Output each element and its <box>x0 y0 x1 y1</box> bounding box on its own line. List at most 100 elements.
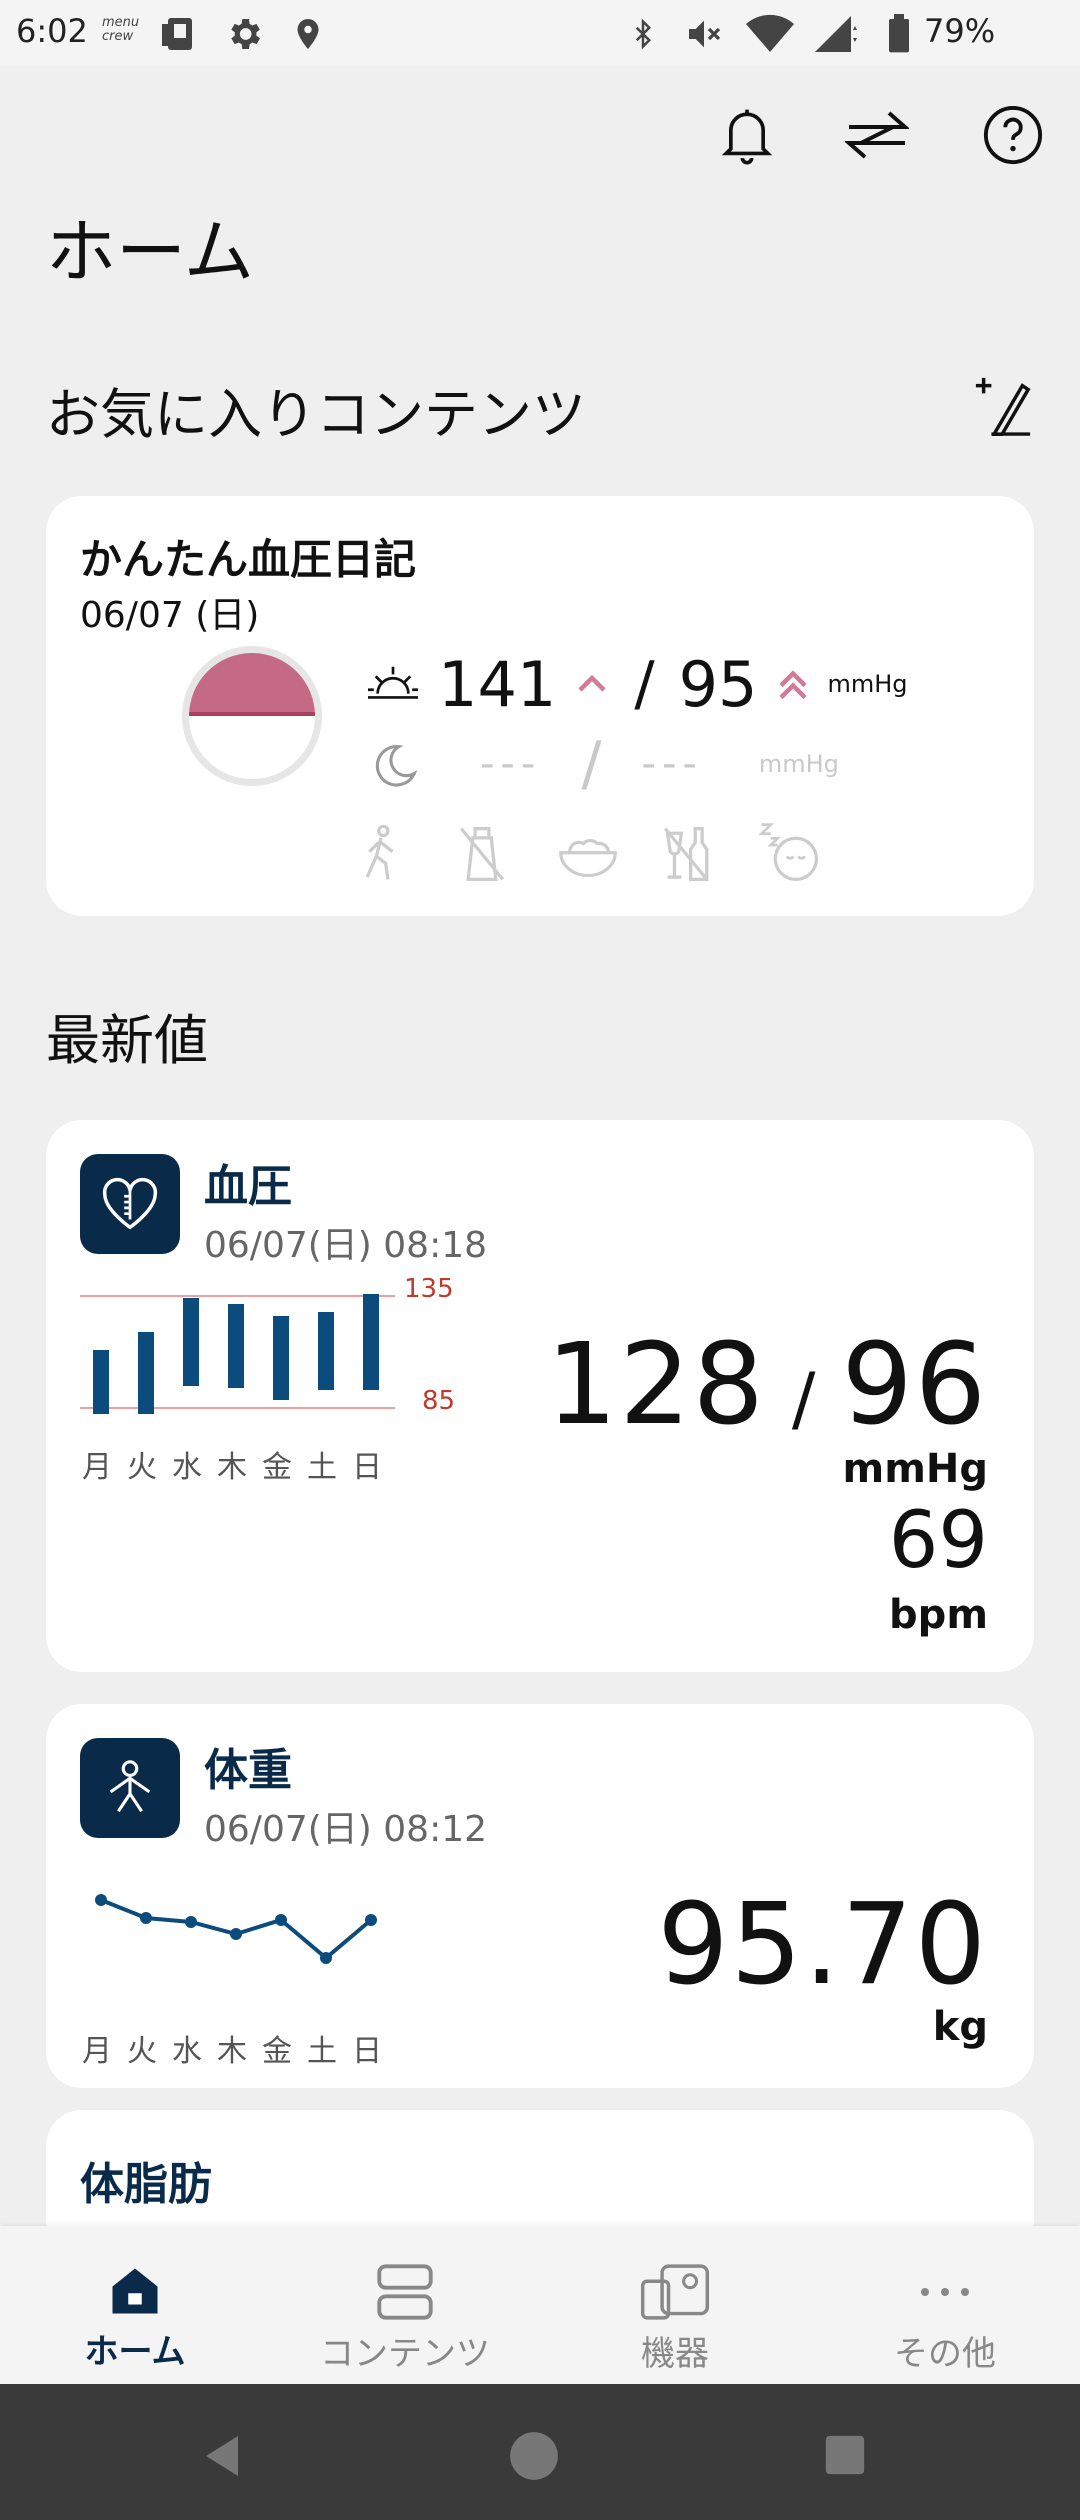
day-label: 火 <box>127 2034 157 2069</box>
nav-home-label: ホーム <box>84 2332 186 2372</box>
morning-bp-row: 141 / 95 mmHg <box>364 644 908 724</box>
bp-systolic: 128 <box>546 1320 766 1450</box>
pulse-value: 69 <box>888 1496 988 1586</box>
body-fat-title: 体脂肪 <box>80 2159 212 2210</box>
evening-diastolic: --- <box>641 741 703 787</box>
weight-point <box>230 1928 242 1940</box>
bp-unit: mmHg <box>842 1446 988 1492</box>
day-label: 金 <box>262 1450 292 1485</box>
back-icon[interactable] <box>198 2432 246 2480</box>
recents-icon[interactable] <box>822 2432 868 2478</box>
nav-devices[interactable]: 機器 <box>540 2226 810 2384</box>
bp-slash: / <box>791 1358 816 1440</box>
nav-more[interactable]: その他 <box>810 2226 1080 2384</box>
day-label: 火 <box>127 1450 157 1485</box>
bp-bar <box>273 1316 289 1400</box>
pulse-unit: bpm <box>889 1592 988 1638</box>
crew-app-icon: menu crew <box>102 15 140 44</box>
bluetooth-icon <box>635 18 652 50</box>
weight-unit: kg <box>932 2004 988 2050</box>
battery-icon <box>889 14 909 53</box>
home-circle-icon[interactable] <box>508 2430 560 2482</box>
favorites-section-title: お気に入りコンテンツ <box>46 383 586 446</box>
morning-systolic: 141 <box>438 647 557 721</box>
day-label: 日 <box>352 1450 382 1485</box>
mute-icon <box>689 20 721 48</box>
signal-icon <box>815 16 857 52</box>
weight-time: 06/07(日) 08:12 <box>204 1809 488 1850</box>
contents-icon <box>377 2264 433 2320</box>
evening-slash: / <box>581 729 602 799</box>
weight-title: 体重 <box>204 1745 292 1796</box>
wifi-icon <box>746 14 794 53</box>
bp-week-chart <box>80 1294 395 1414</box>
day-label: 水 <box>172 1450 202 1485</box>
weight-point <box>140 1912 152 1924</box>
page-title: ホーム <box>46 211 254 293</box>
blood-pressure-card[interactable]: 血圧 06/07(日) 08:18 135 85 月 火 水 木 金 土 日 1… <box>46 1120 1034 1672</box>
weight-point <box>95 1894 107 1906</box>
edit-favorites-button[interactable] <box>968 370 1038 440</box>
sync-button[interactable] <box>842 100 912 170</box>
sunrise-icon <box>368 666 418 699</box>
transfer-icon <box>845 111 909 159</box>
morning-slash: / <box>634 649 655 719</box>
weight-point <box>185 1916 197 1928</box>
bp-time: 06/07(日) 08:18 <box>204 1225 488 1266</box>
bp-bar <box>93 1350 109 1414</box>
weight-point <box>275 1914 287 1926</box>
help-button[interactable] <box>978 100 1048 170</box>
day-label: 土 <box>307 2034 337 2069</box>
day-label: 土 <box>307 1450 337 1485</box>
bp-diastolic: 96 <box>841 1320 988 1450</box>
bp-bar <box>138 1332 154 1414</box>
battery-percent: 79% <box>924 12 996 50</box>
status-time: 6:02 <box>16 12 88 50</box>
latest-section-title: 最新値 <box>46 1009 208 1072</box>
food-bowl-icon <box>559 839 617 878</box>
moon-icon <box>375 745 418 787</box>
sim-icon <box>162 18 192 50</box>
bp-lower-limit: 85 <box>422 1386 456 1416</box>
walking-icon <box>365 824 394 880</box>
day-label: 月 <box>82 1450 112 1485</box>
day-label: 木 <box>217 1450 247 1485</box>
evening-unit: mmHg <box>758 750 839 778</box>
bp-bar <box>363 1294 379 1390</box>
notification-button[interactable] <box>712 100 782 170</box>
bp-heart-icon <box>80 1154 180 1254</box>
weight-point <box>365 1914 377 1926</box>
bp-status-donut <box>182 646 322 786</box>
bp-bar <box>183 1298 199 1386</box>
day-label: 水 <box>172 2034 202 2069</box>
bp-upper-limit: 135 <box>404 1274 454 1304</box>
morning-unit: mmHg <box>827 670 908 698</box>
bp-bar <box>318 1312 334 1390</box>
bp-bar <box>228 1304 244 1388</box>
settings-icon <box>231 19 260 49</box>
evening-bp-row: --- / --- mmHg <box>364 724 839 804</box>
nav-more-label: その他 <box>894 2334 996 2374</box>
day-label: 日 <box>352 2034 382 2069</box>
activity-icons <box>316 816 819 886</box>
weight-week-chart <box>95 1894 377 1964</box>
nav-home[interactable]: ホーム <box>0 2226 270 2384</box>
location-icon <box>297 19 319 49</box>
home-icon <box>112 2268 158 2314</box>
weight-point <box>320 1952 332 1964</box>
help-icon <box>983 105 1043 165</box>
no-alcohol-icon <box>663 827 709 881</box>
diary-title: かんたん血圧日記 <box>80 535 417 584</box>
double-up-arrow-icon <box>779 670 808 700</box>
nav-contents-label: コンテンツ <box>320 2334 490 2374</box>
system-navigation-bar <box>0 2384 1080 2520</box>
bp-title: 血圧 <box>204 1161 292 1212</box>
weight-value: 95.70 <box>657 1880 988 2010</box>
day-label: 月 <box>82 2034 112 2069</box>
edit-add-icon <box>975 377 1031 436</box>
no-salt-icon <box>459 827 505 881</box>
weight-card[interactable]: 体重 06/07(日) 08:12 月 火 水 木 金 土 日 95.70 kg <box>46 1704 1034 2088</box>
bp-diary-card[interactable]: かんたん血圧日記 06/07 (日) 141 / 95 mmHg --- / -… <box>46 496 1034 916</box>
day-label: 木 <box>217 2034 247 2069</box>
nav-contents[interactable]: コンテンツ <box>270 2226 540 2384</box>
